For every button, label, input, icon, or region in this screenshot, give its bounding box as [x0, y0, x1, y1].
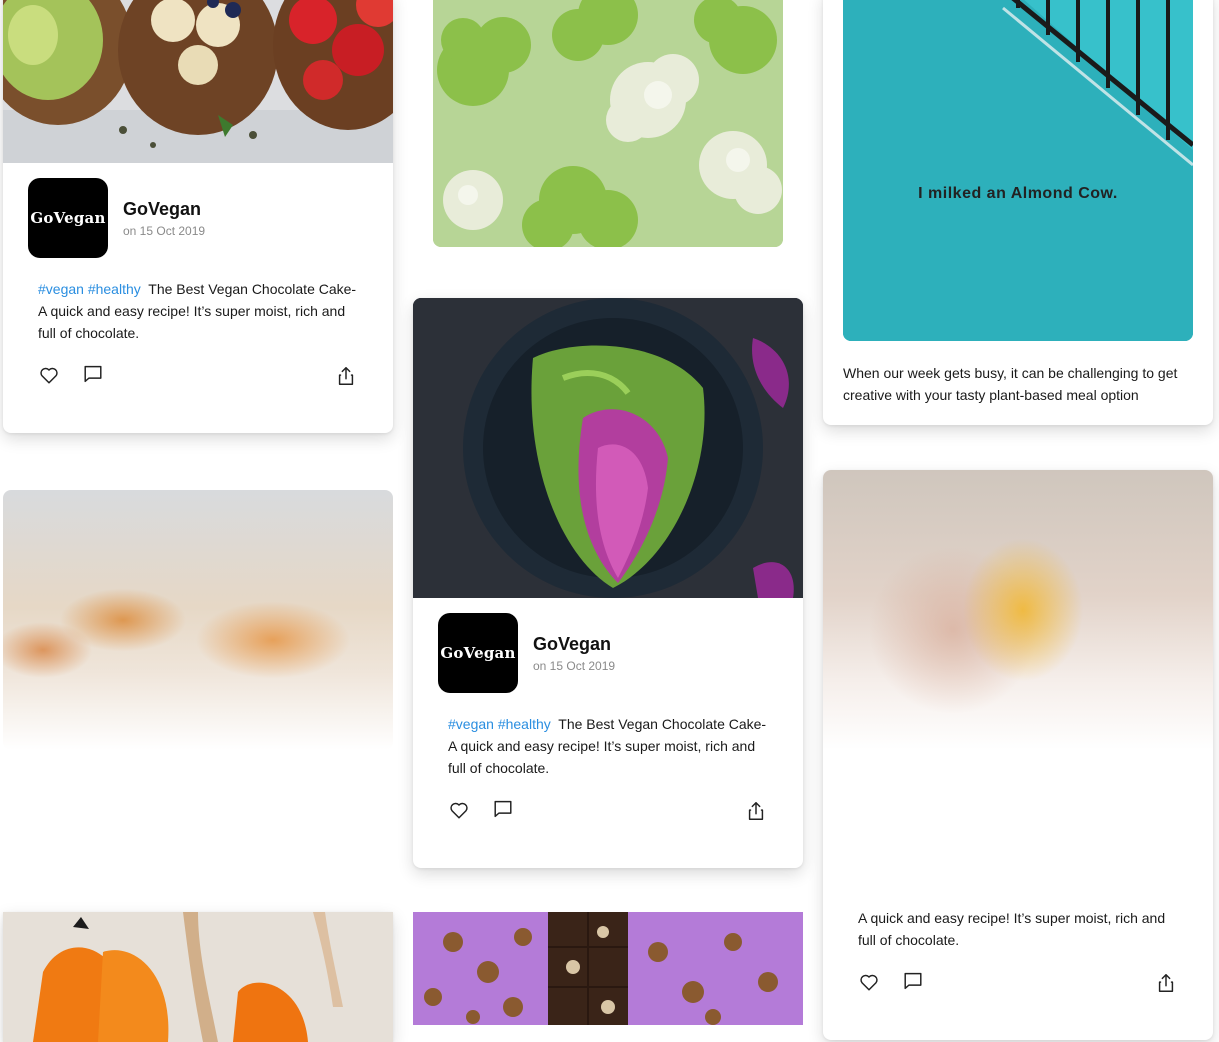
post-image-almond-cow-wall[interactable] — [843, 0, 1193, 341]
share-icon — [338, 367, 354, 385]
author-avatar[interactable]: GoVegan — [438, 613, 518, 693]
post-image-cabbage[interactable] — [413, 298, 803, 598]
teal-wall-illustration — [843, 0, 1193, 341]
post-card-3: I milked an Almond Cow. When our week ge… — [823, 0, 1213, 425]
chocolate-illustration — [413, 912, 803, 1025]
post-card-2: GoVegan GoVegan on 15 Oct 2019 #vegan #h… — [413, 298, 803, 868]
like-button[interactable] — [446, 797, 472, 823]
post-image-baked-dish[interactable] — [3, 490, 393, 750]
heart-icon — [860, 974, 878, 991]
post-caption: A quick and easy recipe! It’s super mois… — [858, 910, 1166, 948]
hashtag-healthy[interactable]: #healthy — [88, 281, 141, 297]
heart-icon — [40, 367, 58, 384]
squash-illustration — [3, 912, 393, 1042]
post-card-1: GoVegan GoVegan on 15 Oct 2019 #vegan #h… — [3, 0, 393, 433]
post-image-squash[interactable] — [3, 912, 393, 1042]
comment-icon — [494, 800, 512, 818]
cabbage-illustration — [413, 298, 803, 598]
post-caption: #vegan #healthy The Best Vegan Chocolate… — [38, 278, 358, 344]
author-name[interactable]: GoVegan — [123, 199, 201, 220]
share-icon — [748, 802, 764, 820]
cauliflower-illustration — [433, 0, 783, 247]
author-avatar[interactable]: GoVegan — [28, 178, 108, 258]
heart-icon — [450, 802, 468, 819]
toast-illustration — [3, 0, 393, 163]
post-date: on 15 Oct 2019 — [123, 224, 206, 238]
post-image-avocado-toast[interactable] — [3, 0, 393, 163]
comment-button[interactable] — [900, 968, 926, 994]
post-card-squash — [3, 912, 393, 1042]
comment-icon — [904, 972, 922, 990]
post-image-cauliflower[interactable] — [433, 0, 783, 247]
caption-text: The Best Vegan Chocolate Cake- A quick a… — [38, 281, 357, 341]
post-image-chocolate-hazelnuts[interactable] — [413, 912, 803, 1025]
share-button[interactable] — [333, 363, 359, 389]
share-button[interactable] — [1153, 970, 1179, 996]
hashtag-healthy[interactable]: #healthy — [498, 716, 551, 732]
comment-button[interactable] — [490, 796, 516, 822]
wall-text: I milked an Almond Cow. — [918, 185, 1118, 202]
caption-text: The Best Vegan Chocolate Cake- A quick a… — [448, 716, 767, 776]
like-button[interactable] — [36, 362, 62, 388]
post-caption: When our week gets busy, it can be chall… — [843, 365, 1178, 403]
author-name[interactable]: GoVegan — [533, 634, 611, 655]
hashtag-vegan[interactable]: #vegan — [448, 716, 494, 732]
post-card-blurred-bake — [3, 490, 393, 750]
hashtag-vegan[interactable]: #vegan — [38, 281, 84, 297]
share-button[interactable] — [743, 798, 769, 824]
post-caption: #vegan #healthy The Best Vegan Chocolate… — [448, 713, 768, 779]
comment-button[interactable] — [80, 361, 106, 387]
post-date: on 15 Oct 2019 — [533, 659, 616, 673]
share-icon — [1158, 974, 1174, 992]
comment-icon — [84, 365, 102, 383]
like-button[interactable] — [856, 969, 882, 995]
post-image-mango[interactable] — [823, 470, 1213, 750]
post-card-4: A quick and easy recipe! It’s super mois… — [823, 470, 1213, 1040]
